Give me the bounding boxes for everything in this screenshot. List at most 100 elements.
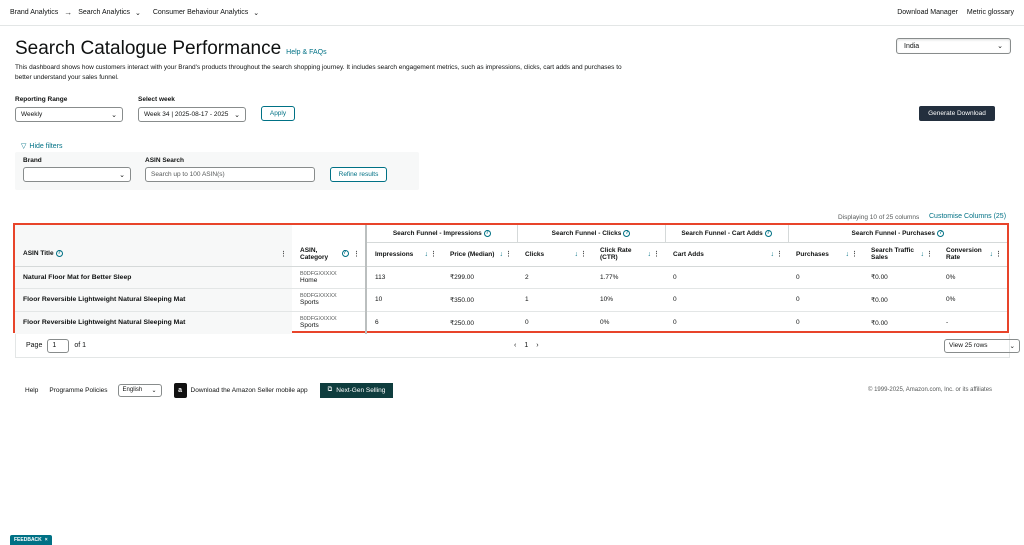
cell-asin-title: Natural Floor Mat for Better Sleep (15, 266, 292, 289)
col-cart-adds[interactable]: Cart Adds ↓⋮ (665, 242, 789, 267)
col-asin-category[interactable]: ASIN, Category ? ⋮ (292, 242, 367, 267)
col-clicks[interactable]: Clicks ↓⋮ (517, 242, 593, 267)
column-menu-icon[interactable]: ? ⋮ (340, 250, 362, 258)
rows-per-page-select[interactable]: View 25 rows ⌄ (944, 338, 1020, 353)
info-icon[interactable]: ? (764, 229, 772, 237)
table-row: Floor Reversible Lightweight Natural Sle… (15, 288, 1008, 312)
apply-button[interactable]: Apply (261, 106, 295, 121)
generate-download-button[interactable]: Generate Download (919, 106, 995, 121)
chevron-down-icon: ⌄ (119, 171, 125, 179)
sort-arrow-icon[interactable]: ↓⋮ (771, 250, 786, 258)
metric-glossary-link[interactable]: Metric glossary (967, 9, 1014, 16)
asin-search-input[interactable]: Search up to 100 ASIN(s) (145, 167, 315, 182)
chevron-left-icon[interactable]: ‹ (514, 342, 516, 349)
customise-columns-link[interactable]: Customise Columns (25) (929, 213, 1006, 220)
category-text: Sports (300, 299, 319, 307)
brand-select[interactable]: ⌄ (23, 167, 131, 182)
sort-arrow-icon[interactable]: ↓⋮ (990, 250, 1005, 258)
feedback-label: FEEDBACK (14, 537, 42, 543)
info-icon[interactable]: ? (483, 229, 491, 237)
col-price-median[interactable]: Price (Median) ↓⋮ (442, 242, 518, 267)
col-asin-title[interactable]: ASIN Title? ⋮ (15, 242, 292, 267)
cell-cart-adds: 0 (673, 319, 677, 326)
column-menu-icon[interactable]: ⋮ (280, 250, 289, 258)
chevron-down-icon: ⌄ (253, 9, 260, 17)
col-asin-title-label: ASIN Title (23, 250, 54, 258)
next-gen-selling-button[interactable]: ⧉ Next-Gen Selling (319, 382, 394, 398)
brand-label: Brand (23, 157, 42, 164)
group-spacer (292, 225, 367, 242)
sort-arrow-icon[interactable]: ↓⋮ (648, 250, 663, 258)
chevron-right-icon[interactable]: › (536, 342, 538, 349)
col-ctr[interactable]: Click Rate (CTR) ↓⋮ (592, 242, 666, 267)
feedback-button[interactable]: FEEDBACK × (10, 535, 52, 545)
col-conversion-rate-label: Conversion Rate (946, 247, 982, 261)
cell-price: ₹299.00 (442, 266, 518, 289)
col-conversion-rate[interactable]: Conversion Rate ↓⋮ (938, 242, 1008, 267)
cell-clicks: 2 (517, 266, 593, 289)
mobile-app-link[interactable]: a Download the Amazon Seller mobile app (173, 382, 308, 398)
page-number-input[interactable]: 1 (47, 338, 70, 353)
sort-arrow-icon[interactable]: ↓⋮ (425, 250, 440, 258)
hide-filters-toggle[interactable]: ▽ Hide filters (21, 142, 63, 151)
amazon-app-icon: a (173, 382, 187, 398)
chevron-down-icon: ⌄ (234, 111, 240, 119)
table-row: Floor Reversible Lightweight Natural Sle… (15, 311, 1007, 334)
chevron-down-icon: ⌄ (151, 387, 157, 394)
chevron-down-icon: ⌄ (997, 43, 1003, 50)
mobile-app-text: Download the Amazon Seller mobile app (190, 386, 308, 394)
group-purchases: Search Funnel - Purchases? (787, 225, 1008, 243)
cell-asin-category: B0DFGXXXXX Sports (292, 288, 367, 312)
chevron-down-icon: ⌄ (111, 111, 117, 119)
cell-purchases: 0 (796, 319, 800, 326)
cell-price: ₹250.00 (450, 319, 475, 327)
sort-arrow-icon[interactable]: ↓⋮ (500, 250, 515, 258)
nav-consumer-behaviour[interactable]: Consumer Behaviour Analytics ⌄ (153, 9, 259, 17)
copyright-text: © 1999-2025, Amazon.com, Inc. or its aff… (868, 387, 993, 393)
page-title: Search Catalogue Performance Help & FAQs (15, 38, 327, 60)
sort-arrow-icon[interactable]: ↓⋮ (846, 250, 861, 258)
col-price-median-label: Price (Median) (450, 250, 495, 258)
sort-arrow-icon[interactable]: ↓⋮ (921, 250, 936, 258)
info-icon[interactable]: ? (623, 229, 631, 237)
download-manager-link[interactable]: Download Manager (897, 9, 958, 16)
cell-purchases: 0 (788, 288, 864, 312)
col-search-traffic-sales-label: Search Traffic Sales (871, 247, 915, 261)
language-value: English (122, 387, 143, 393)
language-select[interactable]: English ⌄ (117, 383, 162, 397)
col-purchases[interactable]: Purchases ↓⋮ (788, 242, 864, 267)
cell-conversion: - (946, 319, 949, 326)
nav-search-analytics[interactable]: Search Analytics ⌄ (78, 9, 141, 17)
asin-search-label: ASIN Search (145, 157, 185, 164)
country-value: India (904, 42, 920, 50)
close-icon[interactable]: × (45, 537, 48, 543)
col-impressions-label: Impressions (375, 250, 414, 258)
reporting-range-select[interactable]: Weekly ⌄ (15, 107, 123, 122)
nav-consumer-behaviour-label: Consumer Behaviour Analytics (152, 9, 249, 16)
cell-conversion: 0% (938, 266, 1008, 289)
nav-search-analytics-label: Search Analytics (78, 9, 130, 16)
country-select[interactable]: India ⌄ (896, 38, 1011, 54)
page-label: Page (26, 342, 43, 349)
refine-results-button[interactable]: Refine results (330, 167, 387, 182)
cell-asin-title: Floor Reversible Lightweight Natural Sle… (15, 311, 292, 334)
cell-ctr: 0% (600, 319, 610, 326)
col-search-traffic-sales[interactable]: Search Traffic Sales ↓⋮ (863, 242, 939, 267)
info-icon[interactable]: ? (55, 250, 63, 258)
info-icon[interactable]: ? (936, 229, 944, 237)
sort-arrow-icon[interactable]: ↓⋮ (575, 250, 590, 258)
chevron-down-icon: ⌄ (1009, 342, 1015, 350)
filter-icon: ▽ (21, 143, 27, 150)
cell-asin-title: Floor Reversible Lightweight Natural Sle… (15, 288, 292, 312)
col-impressions[interactable]: Impressions ↓⋮ (366, 242, 442, 267)
group-impressions-label: Search Funnel - Impressions (392, 229, 482, 237)
chevron-down-icon: ⌄ (135, 9, 141, 17)
help-faqs-link[interactable]: Help & FAQs (286, 49, 326, 56)
help-link[interactable]: Help (25, 387, 38, 394)
cell-cart-adds: 0 (665, 266, 789, 289)
cell-impressions: 113 (366, 266, 442, 289)
hide-filters-label: Hide filters (29, 142, 63, 150)
select-week-select[interactable]: Week 34 | 2025-08-17 - 2025 ⌄ (138, 107, 246, 122)
breadcrumb-brand-analytics[interactable]: Brand Analytics (10, 9, 58, 16)
programme-policies-link[interactable]: Programme Policies (49, 387, 107, 394)
